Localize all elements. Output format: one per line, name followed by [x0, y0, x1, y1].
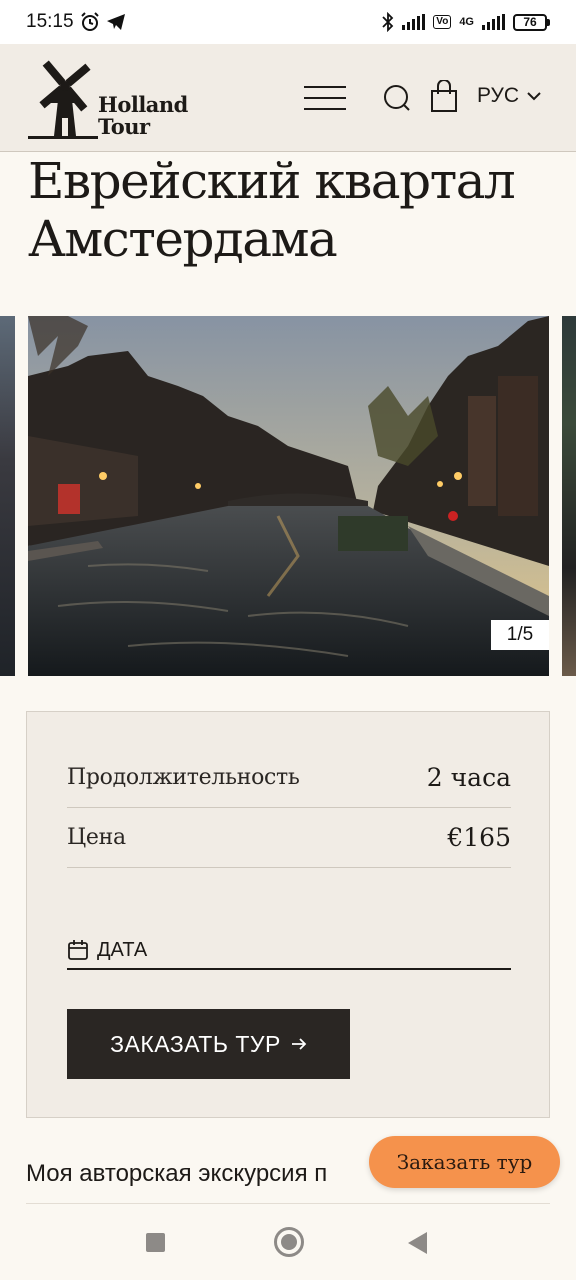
gallery-counter: 1/5 — [491, 620, 549, 650]
order-button-label: ЗАКАЗАТЬ ТУР — [110, 1030, 281, 1057]
status-time: 15:15 — [26, 11, 74, 32]
order-tour-button[interactable]: ЗАКАЗАТЬ ТУР — [67, 1009, 350, 1079]
canal-photo-image — [28, 316, 549, 676]
price-label: Цена — [67, 825, 126, 850]
booking-card: Продолжительность 2 часа Цена €165 ДАТА … — [26, 711, 550, 1118]
floating-order-button[interactable]: Заказать тур — [369, 1136, 560, 1188]
signal-icon — [402, 14, 426, 30]
date-placeholder: ДАТА — [97, 938, 148, 961]
site-header: Holland Tour РУС — [0, 44, 576, 152]
next-photo-peek[interactable] — [562, 316, 576, 676]
recents-button[interactable] — [146, 1233, 165, 1252]
duration-value: 2 часа — [426, 763, 511, 792]
search-icon[interactable] — [383, 84, 411, 112]
photo-gallery[interactable]: 1/5 — [0, 316, 576, 676]
network-type: 4G — [459, 15, 474, 28]
signal-icon-2 — [482, 14, 505, 30]
bluetooth-icon — [382, 12, 394, 32]
telegram-icon — [106, 14, 125, 30]
divider — [26, 1203, 550, 1204]
home-button[interactable] — [274, 1227, 304, 1257]
gallery-photo[interactable]: 1/5 — [28, 316, 549, 676]
back-button[interactable] — [408, 1232, 427, 1254]
price-row: Цена €165 — [67, 808, 511, 868]
page-title: Еврейский квартал Амстердама — [28, 152, 516, 268]
tour-description: Моя авторская экскурсия п — [26, 1160, 328, 1187]
duration-row: Продолжительность 2 часа — [67, 748, 511, 808]
battery-level: 76 — [513, 13, 547, 31]
menu-button[interactable] — [304, 86, 346, 110]
logo-text-line2: Tour — [98, 114, 150, 139]
chevron-down-icon — [527, 92, 541, 101]
battery-icon: 76 — [513, 13, 550, 31]
prev-photo-peek[interactable] — [0, 316, 15, 676]
logo[interactable]: Holland Tour — [28, 56, 193, 142]
duration-label: Продолжительность — [67, 765, 300, 790]
date-field[interactable]: ДАТА — [67, 932, 511, 970]
cart-icon[interactable] — [430, 80, 458, 112]
language-label: РУС — [477, 84, 520, 107]
windmill-icon — [28, 60, 98, 139]
price-value: €165 — [447, 823, 511, 852]
status-bar: 15:15 Vo 4G 76 — [0, 0, 576, 44]
arrow-right-icon — [291, 1038, 307, 1050]
logo-text-line1: Holland — [98, 92, 188, 117]
volte-icon: Vo — [433, 15, 452, 29]
language-selector[interactable]: РУС — [477, 84, 541, 108]
calendar-icon — [68, 940, 88, 960]
alarm-icon — [80, 12, 99, 31]
system-nav-bar — [0, 1206, 576, 1280]
